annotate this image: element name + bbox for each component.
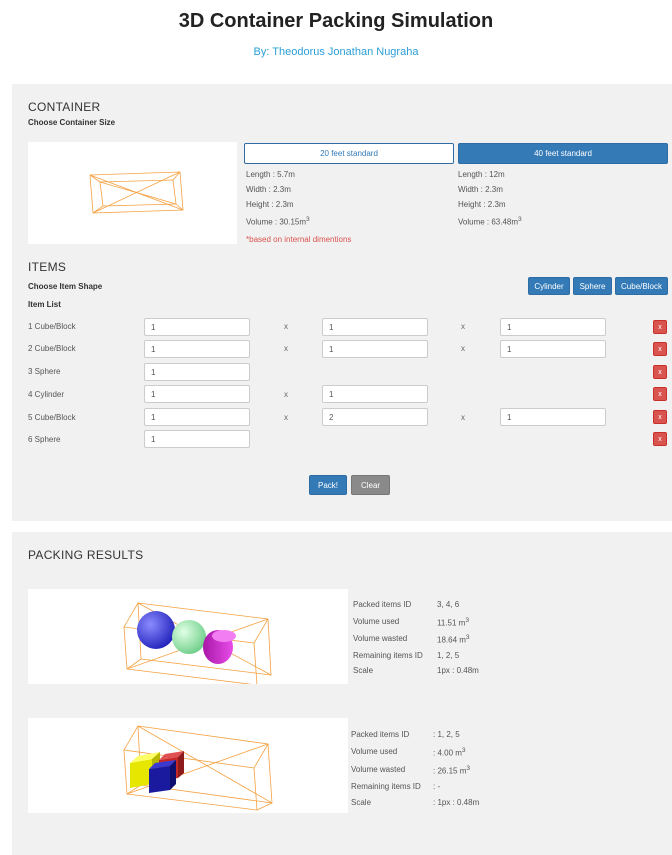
clear-button[interactable]: Clear (351, 475, 390, 495)
times-sign: x (284, 344, 288, 353)
scale-value: : 1px : 0.48m (433, 798, 480, 807)
delete-item-button[interactable]: x (653, 387, 667, 401)
delete-item-button[interactable]: x (653, 365, 667, 379)
volume-wasted-value: 18.64 m3 (437, 634, 470, 645)
volume-wasted-value: : 26.15 m3 (433, 765, 470, 776)
volume-used-value: : 4.00 m3 (433, 747, 466, 758)
item-dimension-input[interactable]: 1 (144, 340, 250, 358)
volume-unit-exponent: 3 (465, 634, 470, 641)
item-dimension-input[interactable]: 1 (144, 408, 250, 426)
item-dimension-input[interactable]: 1 (500, 318, 606, 336)
item-row-label: 1 Cube/Block (28, 322, 76, 331)
item-row-label: 5 Cube/Block (28, 413, 76, 422)
item-dimension-input[interactable]: 1 (322, 385, 428, 403)
packed-items-value: 3, 4, 6 (437, 600, 460, 609)
volume-used-number: 11.51 m (437, 618, 466, 628)
packing-3d-render (123, 725, 273, 811)
results-panel: PACKING RESULTS Packed items ID 3, 4, 6 … (12, 532, 672, 855)
result-visualization (28, 589, 348, 684)
container-40ft-volume: Volume : 63.48m3 (458, 216, 522, 227)
item-dimension-input[interactable]: 1 (144, 318, 250, 336)
item-row-label: 3 Sphere (28, 367, 61, 376)
item-list-subtitle: Item List (28, 300, 61, 309)
remaining-items-value: : - (433, 782, 441, 791)
results-section-title: PACKING RESULTS (28, 548, 144, 562)
volume-wasted-number: : 26.15 m (433, 766, 467, 776)
add-sphere-button[interactable]: Sphere (573, 277, 612, 295)
delete-item-button[interactable]: x (653, 320, 667, 334)
configuration-panel: CONTAINER Choose Container Size 20 feet … (12, 84, 672, 521)
times-sign: x (461, 344, 465, 353)
item-dimension-input[interactable]: 1 (322, 340, 428, 358)
container-20ft-volume: Volume : 30.15m3 (246, 216, 310, 227)
times-sign: x (284, 413, 288, 422)
item-row-label: 6 Sphere (28, 435, 61, 444)
container-20ft-width: Width : 2.3m (246, 185, 291, 194)
item-row-label: 4 Cylinder (28, 390, 65, 399)
container-preview (28, 142, 237, 244)
pack-button[interactable]: Pack! (309, 475, 347, 495)
delete-item-button[interactable]: x (653, 342, 667, 356)
volume-unit-exponent: 3 (306, 216, 310, 223)
container-40ft-button[interactable]: 40 feet standard (458, 143, 668, 164)
item-dimension-input[interactable]: 2 (322, 408, 428, 426)
items-section-title: ITEMS (28, 260, 67, 274)
remaining-items-label: Remaining items ID (353, 651, 423, 660)
scale-value: 1px : 0.48m (437, 666, 479, 675)
scale-label: Scale (353, 666, 374, 675)
delete-item-button[interactable]: x (653, 432, 667, 446)
result-visualization (28, 718, 348, 813)
volume-wasted-number: 18.64 m (437, 635, 466, 645)
volume-used-number: : 4.00 m (433, 748, 462, 758)
remaining-items-value: 1, 2, 5 (437, 651, 460, 660)
volume-used-label: Volume used (351, 747, 398, 756)
container-20ft-height: Height : 2.3m (246, 200, 294, 209)
volume-unit-exponent: 3 (461, 747, 466, 754)
volume-wasted-label: Volume wasted (353, 634, 408, 643)
container-40ft-height: Height : 2.3m (458, 200, 506, 209)
packed-items-label: Packed items ID (353, 600, 412, 609)
container-40ft-width: Width : 2.3m (458, 185, 503, 194)
times-sign: x (461, 322, 465, 331)
item-shape-subtitle: Choose Item Shape (28, 282, 103, 291)
times-sign: x (461, 413, 465, 422)
item-dimension-input[interactable]: 1 (144, 430, 250, 448)
item-dimension-input[interactable]: 1 (500, 408, 606, 426)
item-dimension-input[interactable]: 1 (322, 318, 428, 336)
item-dimension-input[interactable]: 1 (500, 340, 606, 358)
add-cube-block-button[interactable]: Cube/Block (615, 277, 668, 295)
volume-wasted-label: Volume wasted (351, 765, 406, 774)
dimension-note: *based on internal dimentions (246, 235, 352, 244)
item-row-label: 2 Cube/Block (28, 344, 76, 353)
volume-used-label: Volume used (353, 617, 400, 626)
item-dimension-input[interactable]: 1 (144, 385, 250, 403)
packed-items-label: Packed items ID (351, 730, 410, 739)
delete-item-button[interactable]: x (653, 410, 667, 424)
volume-unit-exponent: 3 (465, 617, 470, 624)
packing-3d-render (123, 602, 272, 684)
container-40ft-length: Length : 12m (458, 170, 505, 179)
container-section-title: CONTAINER (28, 100, 101, 114)
packed-items-value: : 1, 2, 5 (433, 730, 460, 739)
container-size-subtitle: Choose Container Size (28, 118, 116, 127)
volume-unit-exponent: 3 (518, 216, 522, 223)
item-dimension-input[interactable]: 1 (144, 363, 250, 381)
scale-label: Scale (351, 798, 372, 807)
volume-value: Volume : 30.15m (246, 217, 307, 227)
volume-used-value: 11.51 m3 (437, 617, 469, 628)
times-sign: x (284, 322, 288, 331)
volume-value: Volume : 63.48m (458, 217, 519, 227)
times-sign: x (284, 390, 288, 399)
container-20ft-button[interactable]: 20 feet standard (244, 143, 454, 164)
author-byline: By: Theodorus Jonathan Nugraha (253, 46, 419, 58)
add-cylinder-button[interactable]: Cylinder (528, 277, 570, 295)
remaining-items-label: Remaining items ID (351, 782, 421, 791)
page-title: 3D Container Packing Simulation (178, 10, 494, 32)
page-header: 3D Container Packing Simulation By: Theo… (0, 0, 672, 82)
container-20ft-length: Length : 5.7m (246, 170, 295, 179)
container-wireframe-icon (89, 171, 184, 214)
volume-unit-exponent: 3 (466, 765, 471, 772)
